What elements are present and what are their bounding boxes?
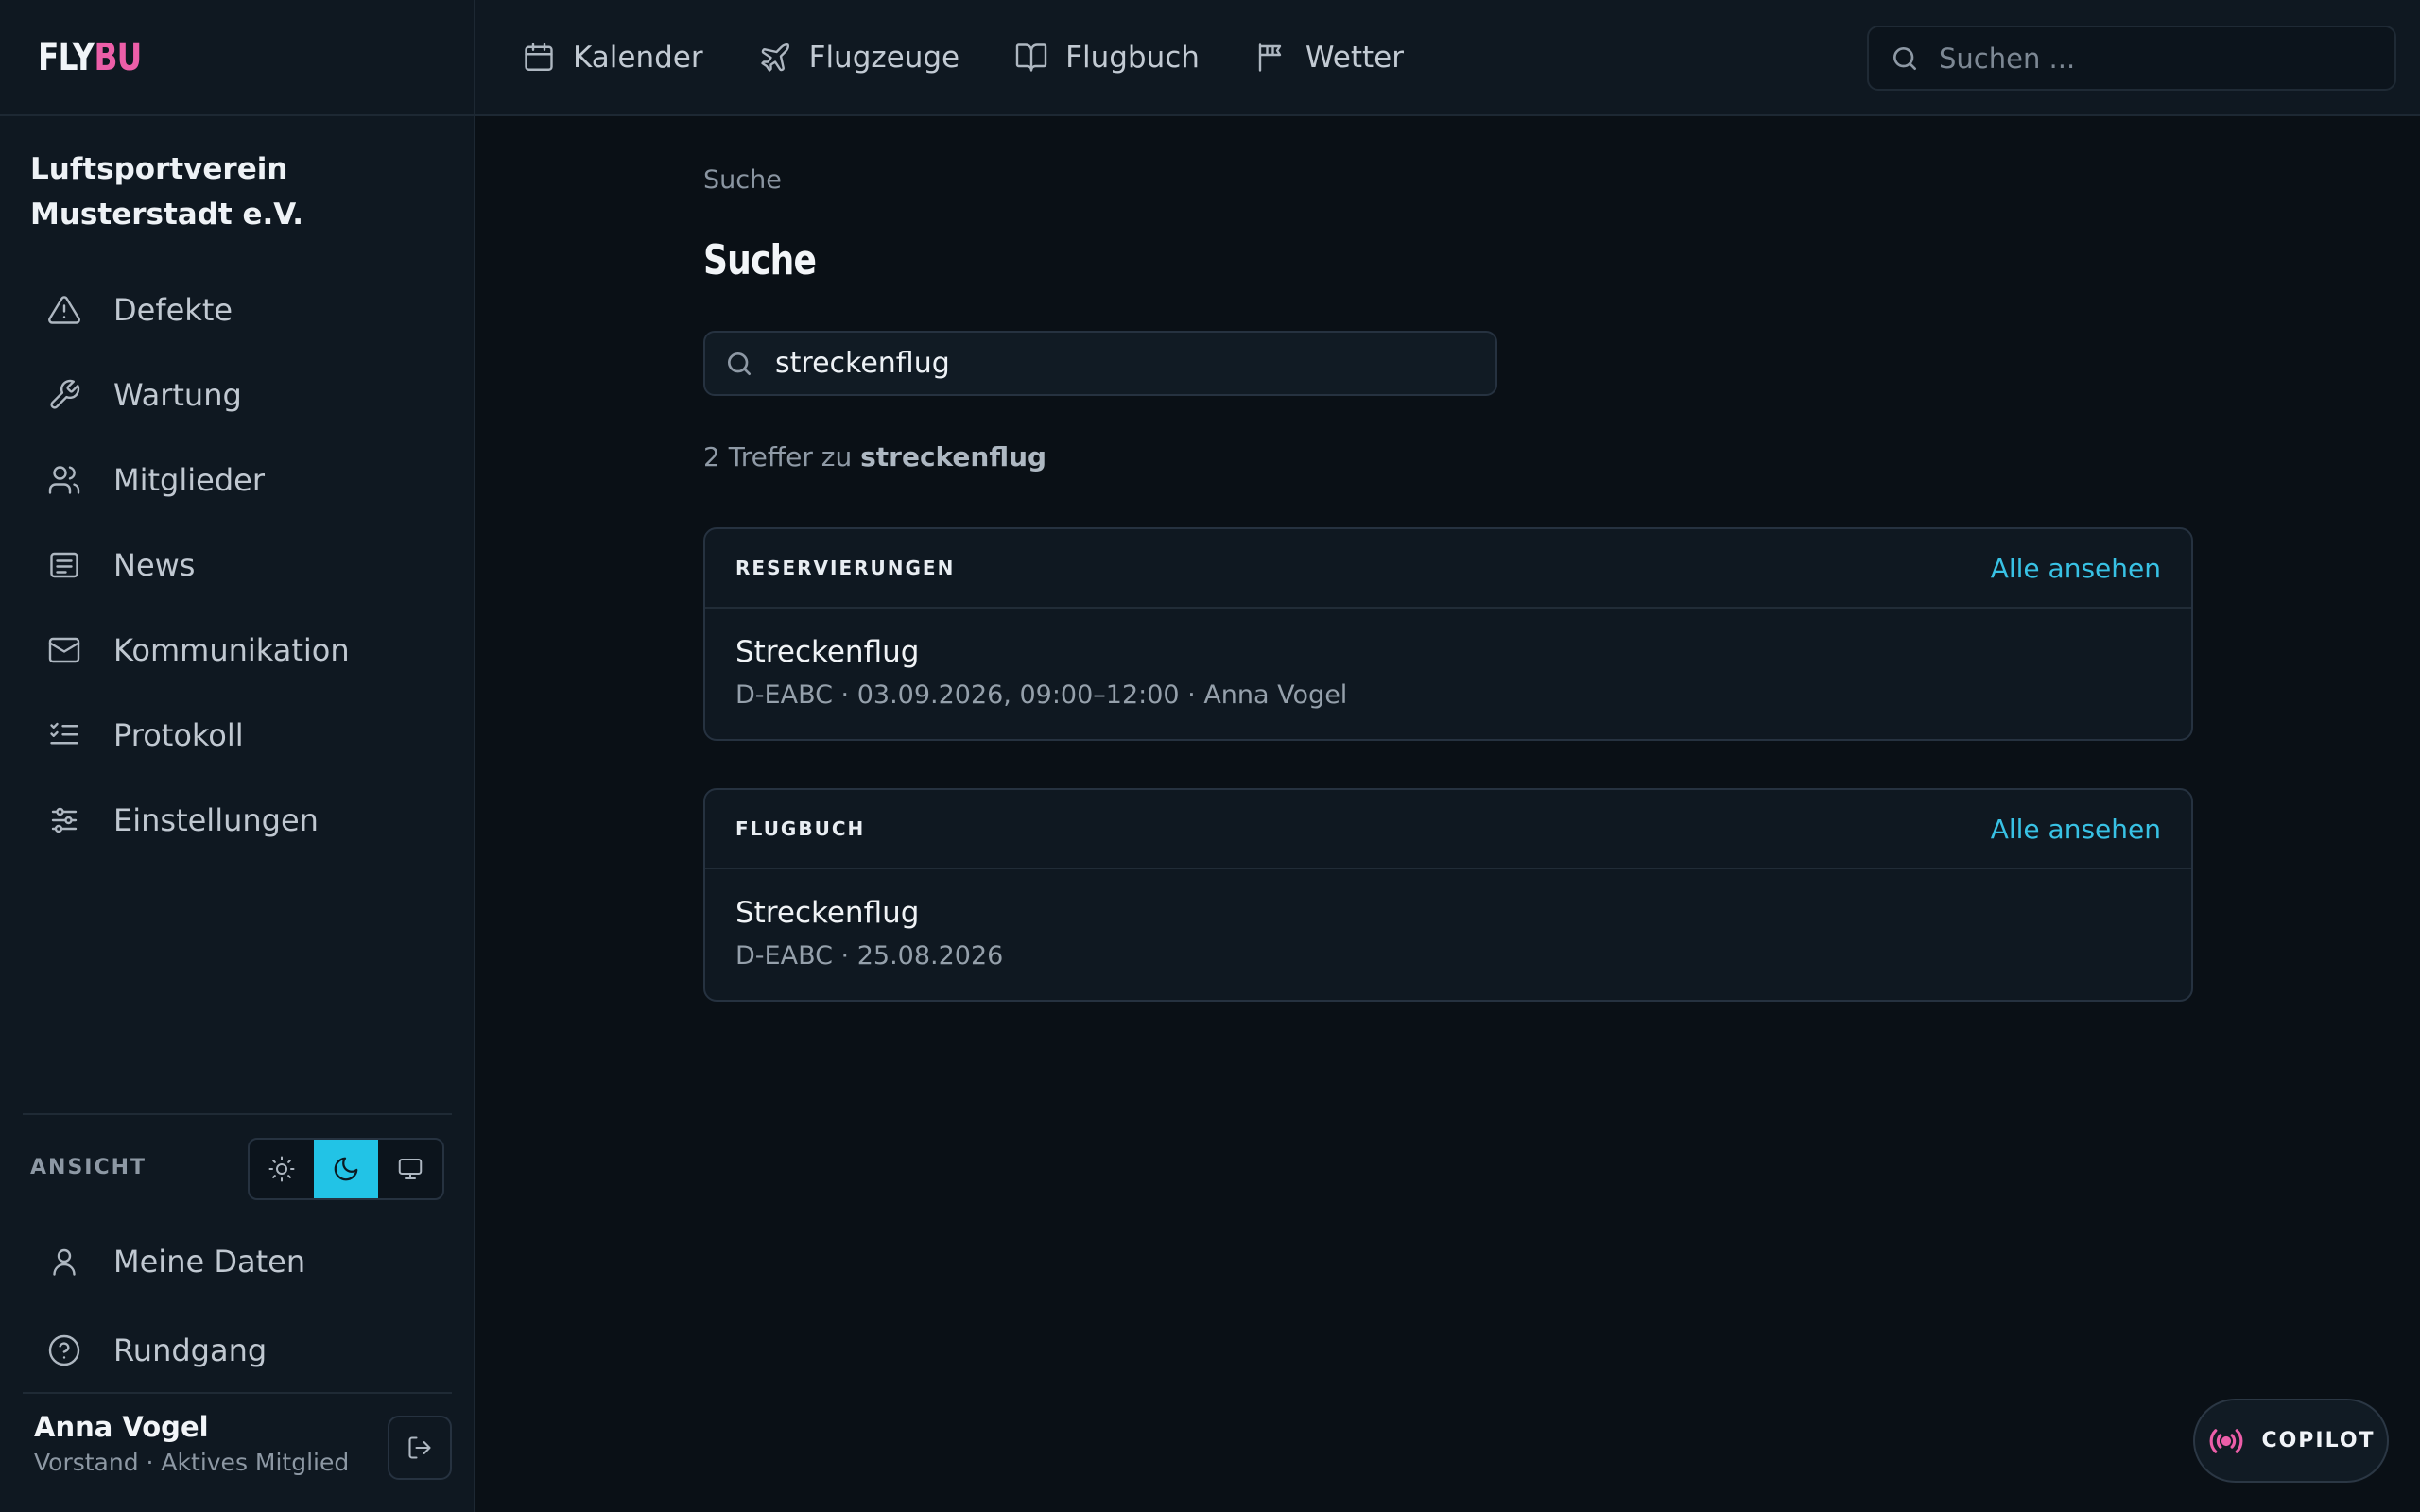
sidebar-item-protokoll[interactable]: Protokoll — [30, 693, 446, 778]
sidebar-item-label: Rundgang — [113, 1332, 268, 1368]
logo-part-bu: BU — [94, 36, 142, 79]
wrench-icon — [50, 379, 80, 409]
theme-dark-button[interactable] — [314, 1140, 378, 1198]
sidebar-item-rundgang[interactable]: Rundgang — [30, 1306, 446, 1395]
nav-flugbuch-label: Flugbuch — [1065, 41, 1200, 75]
copilot-label: COPILOT — [2261, 1429, 2376, 1452]
nav-wetter[interactable]: Wetter — [1254, 41, 1404, 75]
view-all-link[interactable]: Alle ansehen — [1991, 814, 2161, 845]
sidebar-item-label: Defekte — [113, 292, 233, 328]
sidebar-divider — [23, 1392, 452, 1394]
sidebar-item-label: Meine Daten — [113, 1244, 306, 1280]
result-title: Streckenflug — [735, 896, 920, 930]
sun-icon — [268, 1156, 295, 1182]
theme-system-button[interactable] — [378, 1140, 442, 1198]
sidebar: Luftsportverein Musterstadt e.V. Defekte… — [0, 116, 475, 1512]
logo-part-fly: FLY — [38, 36, 95, 79]
sidebar-item-label: Kommunikation — [113, 632, 350, 668]
user-role: Vorstand · Aktives Mitglied — [34, 1449, 350, 1476]
newspaper-icon — [50, 552, 78, 578]
section-header: RESERVIERUNGEN Alle ansehen — [705, 529, 2191, 609]
monitor-icon — [398, 1159, 423, 1179]
sidebar-item-meine-daten[interactable]: Meine Daten — [30, 1217, 446, 1306]
page-title: Suche — [703, 236, 817, 284]
app-logo[interactable]: FLYBU — [38, 34, 142, 81]
sidebar-item-label: Wartung — [113, 377, 242, 413]
user-name: Anna Vogel — [34, 1411, 209, 1443]
global-search[interactable] — [1867, 26, 2396, 91]
sidebar-divider — [23, 1113, 452, 1115]
sidebar-item-einstellungen[interactable]: Einstellungen — [30, 778, 446, 863]
result-count: 2 Treffer zu streckenflug — [703, 441, 1046, 472]
book-icon — [1015, 43, 1047, 72]
result-item[interactable]: Streckenflug D-EABC · 25.08.2026 — [705, 869, 2191, 1000]
section-title: RESERVIERUNGEN — [735, 557, 956, 579]
user-icon — [53, 1248, 76, 1276]
breadcrumb[interactable]: Suche — [703, 165, 782, 195]
sidebar-item-news[interactable]: News — [30, 523, 446, 608]
help-circle-icon — [48, 1334, 80, 1366]
nav-wetter-label: Wetter — [1305, 41, 1404, 75]
mail-icon — [48, 637, 80, 663]
search-icon — [728, 352, 751, 375]
result-meta: D-EABC · 03.09.2026, 09:00–12:00 · Anna … — [735, 680, 1348, 710]
broadcast-icon — [2209, 1428, 2243, 1453]
search-icon — [1893, 46, 1916, 70]
sliders-icon — [51, 807, 78, 833]
main-content: Suche Suche 2 Treffer zu streckenflug RE… — [477, 116, 2420, 1512]
windsock-icon — [1258, 43, 1282, 72]
nav-kalender-label: Kalender — [573, 41, 703, 75]
sidebar-item-mitglieder[interactable]: Mitglieder — [30, 438, 446, 523]
view-label: ANSICHT — [30, 1156, 147, 1179]
sidebar-item-kommunikation[interactable]: Kommunikation — [30, 608, 446, 693]
sidebar-nav: Defekte Wartung Mitglieder News Kommunik… — [30, 267, 446, 863]
result-title: Streckenflug — [735, 635, 920, 669]
copilot-button[interactable]: COPILOT — [2193, 1399, 2389, 1483]
theme-switcher — [248, 1138, 444, 1200]
section-reservierungen: RESERVIERUNGEN Alle ansehen Streckenflug… — [703, 527, 2193, 741]
result-item[interactable]: Streckenflug D-EABC · 03.09.2026, 09:00–… — [705, 609, 2191, 739]
result-meta: D-EABC · 25.08.2026 — [735, 941, 1004, 971]
nav-flugzeuge-label: Flugzeuge — [808, 41, 960, 75]
sidebar-item-label: News — [113, 547, 196, 583]
search-field[interactable] — [703, 331, 1497, 396]
search-input[interactable] — [775, 347, 1494, 380]
warning-icon — [48, 296, 80, 324]
nav-flugbuch[interactable]: Flugbuch — [1014, 41, 1200, 75]
plane-icon — [760, 43, 789, 72]
list-checks-icon — [50, 722, 78, 745]
section-flugbuch: FLUGBUCH Alle ansehen Streckenflug D-EAB… — [703, 788, 2193, 1002]
view-all-link[interactable]: Alle ansehen — [1991, 553, 2161, 584]
result-count-prefix: 2 Treffer zu — [703, 441, 853, 472]
section-header: FLUGBUCH Alle ansehen — [705, 790, 2191, 869]
logout-icon — [408, 1436, 431, 1459]
users-icon — [48, 466, 80, 494]
sidebar-item-wartung[interactable]: Wartung — [30, 352, 446, 438]
top-nav: Kalender Flugzeuge Flugbuch Wetter — [522, 0, 1459, 115]
logout-button[interactable] — [388, 1416, 452, 1480]
nav-flugzeuge[interactable]: Flugzeuge — [758, 41, 960, 75]
sidebar-bottom-nav: Meine Daten Rundgang — [30, 1217, 446, 1395]
global-search-input[interactable] — [1939, 42, 2374, 75]
sidebar-item-label: Einstellungen — [113, 802, 319, 838]
logo-cell: FLYBU — [0, 0, 475, 115]
sidebar-item-defekte[interactable]: Defekte — [30, 267, 446, 352]
organization-name: Luftsportverein Musterstadt e.V. — [30, 152, 304, 232]
top-bar: FLYBU Kalender Flugzeuge Flugbuch Wetter — [0, 0, 2420, 116]
sidebar-item-label: Protokoll — [113, 717, 244, 753]
sidebar-item-label: Mitglieder — [113, 462, 265, 498]
theme-light-button[interactable] — [250, 1140, 314, 1198]
moon-icon — [334, 1157, 358, 1181]
result-query: streckenflug — [860, 441, 1047, 472]
section-title: FLUGBUCH — [735, 817, 866, 840]
nav-kalender[interactable]: Kalender — [522, 41, 703, 75]
calendar-icon — [525, 43, 553, 71]
